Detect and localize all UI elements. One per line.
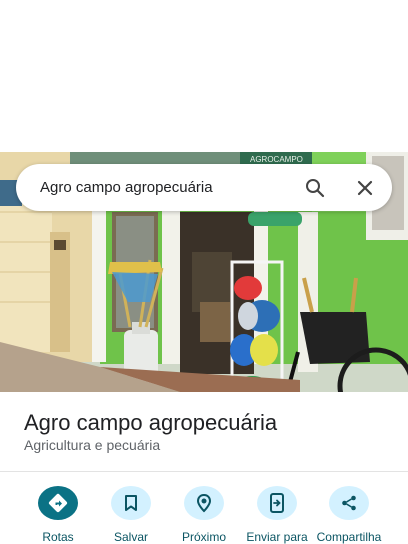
nearby-label: Próximo xyxy=(181,530,226,544)
divider xyxy=(0,471,408,472)
shop-sign-text: AGROCAMPO xyxy=(250,155,303,164)
bookmark-icon xyxy=(111,486,151,520)
place-title: Agro campo agropecuária xyxy=(24,410,278,435)
send-to-phone-button[interactable]: Enviar para xyxy=(237,486,317,544)
directions-button[interactable]: Rotas xyxy=(18,486,98,544)
directions-icon xyxy=(38,486,78,520)
search-icon[interactable] xyxy=(304,177,326,199)
place-category[interactable]: Agricultura e pecuária xyxy=(24,437,160,453)
save-label: Salvar xyxy=(113,530,148,544)
share-button[interactable]: Compartilha xyxy=(309,486,389,544)
send-to-phone-icon xyxy=(257,486,297,520)
nearby-icon xyxy=(184,486,224,520)
search-input[interactable]: Agro campo agropecuária xyxy=(40,179,304,196)
nearby-button[interactable]: Próximo xyxy=(164,486,244,544)
share-label: Compartilha xyxy=(316,530,382,544)
search-bar[interactable]: Agro campo agropecuária xyxy=(16,164,392,211)
save-button[interactable]: Salvar xyxy=(91,486,171,544)
share-icon xyxy=(329,486,369,520)
send-to-phone-label: Enviar para xyxy=(246,530,308,544)
action-bar: Rotas Salvar Próximo Enviar para Compart… xyxy=(0,486,408,544)
directions-label: Rotas xyxy=(42,530,74,544)
close-icon[interactable] xyxy=(354,177,376,199)
